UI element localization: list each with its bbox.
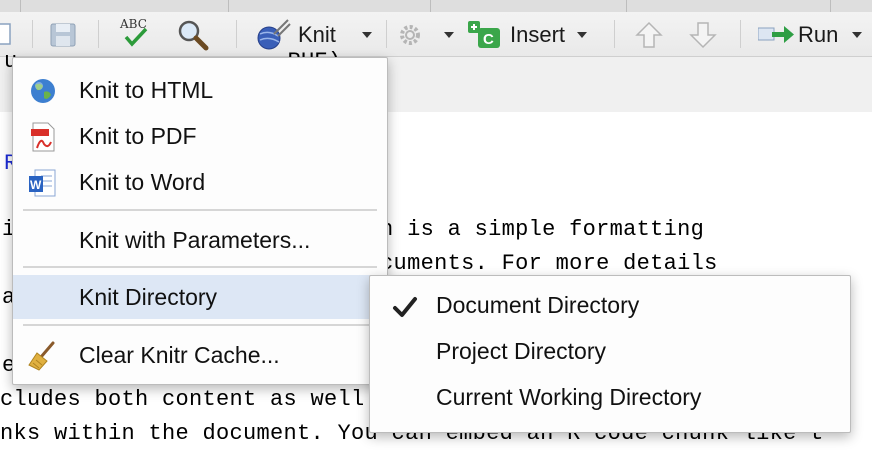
- knit-yarn-icon: [257, 19, 291, 50]
- tab-edge: [228, 0, 229, 12]
- tab-edge: [626, 0, 627, 12]
- save-icon: [50, 23, 76, 47]
- menu-item-knit-html[interactable]: Knit to HTML: [13, 68, 387, 112]
- find-icon: [178, 20, 209, 51]
- submenu-item-project-directory[interactable]: Project Directory: [370, 330, 850, 374]
- gear-icon: [400, 25, 420, 45]
- run-button[interactable]: Run: [758, 18, 863, 52]
- menu-separator: [23, 324, 377, 326]
- chevron-down-icon: [852, 32, 863, 38]
- tab-edge: [20, 0, 21, 12]
- settings-dropdown-button[interactable]: [444, 18, 454, 52]
- menu-item-label: Knit to HTML: [79, 76, 214, 103]
- spellcheck-icon: ABC: [119, 17, 148, 47]
- submenu-item-document-directory[interactable]: Document Directory: [370, 284, 850, 328]
- submenu-item-current-working-directory[interactable]: Current Working Directory: [370, 376, 850, 420]
- menu-item-knit-word[interactable]: W Knit to Word: [13, 160, 387, 204]
- broom-icon: [28, 341, 55, 371]
- toolbar-separator: [740, 20, 741, 48]
- toolbar-separator: [32, 20, 33, 48]
- menu-item-label: Knit with Parameters...: [79, 226, 311, 253]
- checkmark-icon: [393, 297, 417, 317]
- menu-separator: [23, 209, 377, 211]
- previous-section-button[interactable]: [634, 18, 664, 52]
- insert-button[interactable]: C Insert: [468, 18, 588, 52]
- chevron-down-icon: [362, 32, 372, 38]
- menu-item-clear-knitr-cache[interactable]: Clear Knitr Cache...: [13, 333, 387, 377]
- chevron-down-icon: [444, 32, 454, 38]
- pdf-icon: [31, 122, 55, 152]
- settings-button[interactable]: [396, 18, 424, 52]
- save-button[interactable]: [48, 18, 78, 52]
- menu-item-knit-with-parameters[interactable]: Knit with Parameters...: [13, 218, 387, 262]
- knit-dropdown-button[interactable]: [362, 18, 372, 52]
- down-arrow-icon: [689, 22, 717, 49]
- submenu-item-label: Current Working Directory: [436, 384, 702, 410]
- knit-label: Knit: [298, 22, 336, 47]
- tab-edge: [430, 0, 431, 12]
- menu-item-label: Knit Directory: [79, 283, 218, 310]
- submenu-item-label: Project Directory: [436, 338, 606, 364]
- toolbar-separator: [236, 20, 237, 48]
- word-icon: W: [29, 169, 56, 197]
- svg-text:C: C: [483, 31, 494, 48]
- toolbar-separator: [98, 20, 99, 48]
- tab-edge: [830, 0, 831, 12]
- up-arrow-icon: [635, 21, 663, 48]
- new-doc-icon: [0, 23, 11, 45]
- spellcheck-button[interactable]: ABC: [118, 16, 158, 50]
- menu-item-label: Knit to PDF: [79, 122, 197, 149]
- menu-item-knit-directory[interactable]: Knit Directory: [13, 275, 387, 319]
- knit-button[interactable]: Knit: [254, 18, 336, 52]
- knit-directory-submenu: Document Directory Project Directory Cur…: [369, 275, 851, 433]
- svg-text:W: W: [30, 178, 42, 192]
- new-doc-button[interactable]: [0, 18, 14, 52]
- spellcheck-text: ABC: [119, 17, 147, 31]
- toolbar-separator: [614, 20, 615, 48]
- insert-label: Insert: [510, 22, 566, 47]
- chevron-down-icon: [577, 32, 588, 38]
- toolbar-separator: [386, 20, 387, 48]
- knit-menu: Knit to HTML Knit to PDF W Knit to Word: [12, 57, 388, 385]
- menu-item-label: Knit to Word: [79, 168, 206, 195]
- globe-icon: [31, 79, 55, 103]
- insert-chunk-icon: C: [468, 21, 500, 48]
- find-button[interactable]: [176, 18, 210, 52]
- run-icon: [758, 26, 794, 43]
- run-label: Run: [798, 22, 839, 47]
- tab-strip: [0, 0, 872, 12]
- rstudio-window: ABC Knit C Insert Run u R is a simple fo…: [0, 0, 872, 468]
- submenu-item-label: Document Directory: [436, 292, 640, 318]
- menu-separator: [23, 266, 377, 268]
- menu-item-label: Clear Knitr Cache...: [79, 341, 280, 368]
- menu-item-knit-pdf[interactable]: Knit to PDF: [13, 114, 387, 158]
- next-section-button[interactable]: [688, 18, 718, 52]
